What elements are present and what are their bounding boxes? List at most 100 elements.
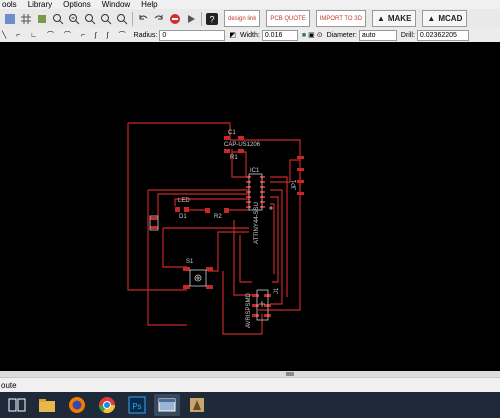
r2-pad-2	[224, 208, 229, 213]
label-group: C1 CAP-US1206 R1 IC1 ATTINY44-SSU LED D1…	[178, 130, 298, 328]
menu-options[interactable]: Options	[63, 0, 91, 9]
taskbar: Ps	[0, 392, 500, 418]
s1-pad-4	[206, 285, 213, 289]
trace-ic-right-3	[270, 203, 275, 274]
export-3d-label: IMPORT TO 3D	[319, 15, 362, 22]
radius-label: Radius:	[133, 31, 158, 39]
zoom-in-icon[interactable]	[51, 12, 64, 25]
isp-pad	[264, 294, 271, 297]
menu-window[interactable]: Window	[102, 0, 130, 9]
task-view-icon[interactable]	[4, 394, 30, 416]
isp-pad	[252, 304, 259, 307]
ic1-pad	[246, 201, 251, 203]
ic1-label: IC1	[250, 168, 260, 174]
ic-origin	[269, 206, 273, 210]
zoom-redraw-icon[interactable]	[83, 12, 96, 25]
eagle-icon[interactable]	[184, 394, 210, 416]
trace-switch-left	[162, 228, 187, 268]
width-field[interactable]: 0.016	[261, 29, 298, 41]
via-shape-icon-2[interactable]: ⊙	[317, 31, 323, 39]
status-bar: oute	[0, 377, 500, 393]
ic1-pad	[260, 201, 265, 203]
separator	[201, 11, 202, 26]
mcad-button[interactable]: ▲ MCAD	[422, 10, 468, 27]
trace-ic-jp	[270, 159, 300, 183]
sch-icon[interactable]	[3, 12, 16, 25]
trace-isp-left	[233, 220, 252, 296]
svg-text:Ps: Ps	[132, 402, 141, 411]
go-icon[interactable]	[184, 12, 197, 25]
res-pad-1	[150, 217, 158, 220]
drill-label: Drill:	[400, 31, 415, 39]
mcad-label: MCAD	[438, 14, 463, 23]
design-link-button[interactable]: design link	[224, 10, 261, 27]
pcb-quote-button[interactable]: PCB QUOTE	[266, 10, 310, 27]
r1-pad-2	[238, 149, 244, 153]
ic1-pad	[246, 181, 251, 183]
menu-help[interactable]: Help	[141, 0, 157, 9]
svg-text:?: ?	[209, 14, 214, 24]
r1-label: R1	[230, 155, 238, 161]
ic1-pad	[246, 191, 251, 193]
ic1-pad	[246, 206, 251, 208]
menu-library[interactable]: Library	[28, 0, 52, 9]
jp1-label: JP1	[292, 179, 298, 190]
make-button[interactable]: ▲ MAKE	[371, 10, 417, 27]
zoom-fit-icon[interactable]	[115, 12, 128, 25]
trace-c1-ic	[231, 149, 250, 178]
board-canvas[interactable]: C1 CAP-US1206 R1 IC1 ATTINY44-SSU LED D1…	[0, 42, 500, 371]
miter-icon[interactable]: ◩	[229, 31, 236, 39]
ic1-pad	[260, 181, 265, 183]
redo-icon[interactable]	[152, 12, 165, 25]
radius-field[interactable]: 0	[159, 29, 226, 41]
r2-label: R2	[214, 214, 222, 220]
window-icon[interactable]	[154, 394, 180, 416]
avrisp-label: AVRISPSMD	[246, 292, 252, 328]
via-icon[interactable]: ■	[302, 32, 306, 39]
drill-field[interactable]: 0.02362205	[416, 29, 469, 41]
help-icon[interactable]: ?	[205, 12, 218, 25]
bend-style-icons[interactable]: ╲ ⌐ ∟ ⌒ ⌒ ⌐ ∫ ∫ ⌒	[2, 30, 130, 40]
scrollbar-thumb[interactable]	[286, 372, 294, 376]
diameter-field[interactable]: auto	[358, 29, 397, 41]
led-label: LED	[178, 198, 190, 204]
led-pad-2	[184, 207, 189, 212]
j1-label: J1	[274, 287, 280, 294]
ic1-pad	[260, 196, 265, 198]
parameter-toolbar: ╲ ⌐ ∟ ⌒ ⌒ ⌐ ∫ ∫ ⌒ Radius: 0 ◩ Width: 0.0…	[0, 28, 500, 43]
d1-label: D1	[179, 214, 187, 220]
ic1-pad	[260, 176, 265, 178]
menu-bar: ools Library Options Window Help	[0, 0, 500, 9]
firefox-icon[interactable]	[64, 394, 90, 416]
trace-left-down	[147, 190, 187, 326]
pcb-quote-label: PCB QUOTE	[270, 15, 306, 22]
photoshop-icon[interactable]: Ps	[124, 394, 150, 416]
res-pad-2	[150, 226, 158, 229]
trace-outer-left	[127, 122, 231, 291]
isp-pad	[252, 294, 259, 297]
layers-icon[interactable]	[35, 12, 48, 25]
r1-pad-1	[224, 149, 230, 153]
zoom-select-icon[interactable]	[99, 12, 112, 25]
undo-icon[interactable]	[136, 12, 149, 25]
mcad-icon: ▲	[427, 14, 436, 23]
menu-tools[interactable]: ools	[2, 0, 17, 9]
grid-icon[interactable]	[19, 12, 32, 25]
chrome-icon[interactable]	[94, 394, 120, 416]
design-link-label: design link	[228, 15, 257, 22]
file-explorer-icon[interactable]	[34, 394, 60, 416]
trace-ic-right-1	[270, 189, 283, 305]
board-drawing[interactable]: C1 CAP-US1206 R1 IC1 ATTINY44-SSU LED D1…	[0, 42, 500, 371]
trace-isp-left-2	[239, 235, 252, 283]
jp1-pad	[297, 168, 304, 171]
zoom-out-icon[interactable]	[67, 12, 80, 25]
via-shape-icon[interactable]: ▣	[308, 31, 315, 39]
jp1-pad	[297, 156, 304, 159]
ic1-pad	[246, 176, 251, 178]
export-3d-button[interactable]: IMPORT TO 3D	[315, 10, 366, 27]
led-pad-1	[175, 207, 180, 212]
stop-icon[interactable]	[168, 12, 181, 25]
ic1-part-label: ATTINY44-SSU	[254, 202, 260, 244]
trace-ic-left-2	[157, 193, 249, 217]
c1-pad-1	[224, 136, 230, 140]
